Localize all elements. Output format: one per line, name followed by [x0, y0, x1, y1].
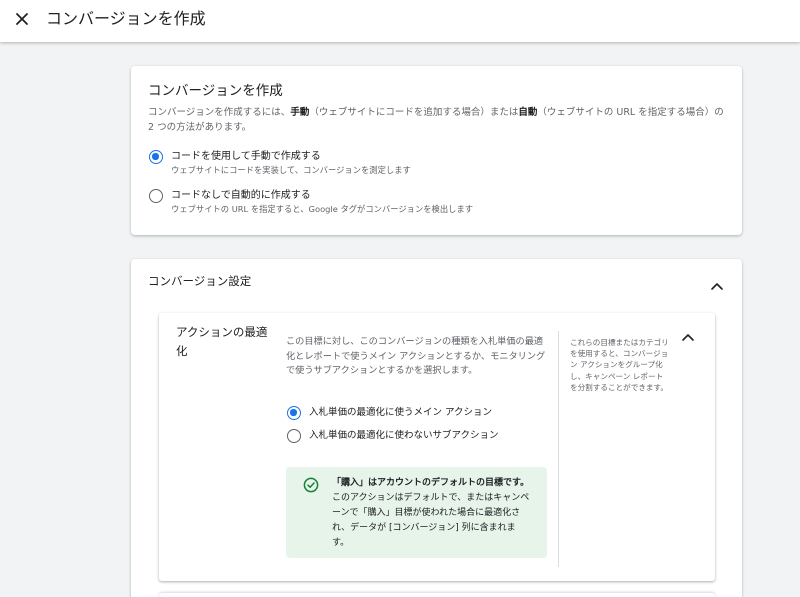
create-card-description: コンバージョンを作成するには、手動（ウェブサイトにコードを追加する場合）または自… [148, 105, 728, 135]
auto-create-subtext: ウェブサイトの URL を指定すると、Google タグがコンバージョンを検出し… [171, 204, 474, 214]
chevron-up-icon[interactable] [681, 327, 695, 341]
side-help-text: これらの目標またはカテゴリを使用すると、コンバージョン アクションをグループ化し… [570, 338, 669, 392]
auto-create-label[interactable]: コードなしで自動的に作成する [171, 189, 311, 202]
desc-prefix: コンバージョンを作成するには、 [148, 107, 291, 118]
next-section-card [159, 593, 715, 597]
action-optimization-description: この目標に対し、このコンバージョンの種類を入札単価の最適化とレポートで使うメイン… [286, 336, 546, 376]
notice-bold: 「購入」はアカウントのデフォルトの目標です。 [332, 478, 530, 488]
notice-rest: このアクションはデフォルトで、またはキャンペーンで「購入」目標が使われた場合に最… [332, 493, 530, 548]
manual-create-radio[interactable] [149, 150, 163, 164]
settings-card-title: コンバージョン設定 [148, 274, 252, 288]
secondary-action-radio[interactable] [287, 429, 301, 443]
conversion-settings-card: コンバージョン設定 アクションの最適化 この目標に対し、このコンバージョンの種類… [131, 259, 742, 597]
desc-middle: （ウェブサイトにコードを追加する場合）または [309, 107, 519, 118]
create-conversion-card: コンバージョンを作成 コンバージョンを作成するには、手動（ウェブサイトにコードを… [131, 66, 742, 235]
close-icon[interactable] [12, 9, 32, 29]
auto-create-radio[interactable] [149, 189, 163, 203]
secondary-action-label[interactable]: 入札単価の最適化に使わないサブアクション [309, 429, 499, 442]
desc-manual: 手動 [290, 107, 310, 118]
action-optimization-section: アクションの最適化 この目標に対し、このコンバージョンの種類を入札単価の最適化と… [159, 313, 715, 581]
check-circle-icon [303, 477, 319, 493]
default-goal-notice: 「購入」はアカウントのデフォルトの目標です。このアクションはデフォルトで、または… [286, 467, 547, 558]
create-card-title: コンバージョンを作成 [148, 83, 283, 99]
primary-action-radio[interactable] [287, 406, 301, 420]
section-divider [558, 331, 559, 567]
manual-create-label[interactable]: コードを使用して手動で作成する [171, 150, 321, 163]
page-title: コンバージョンを作成 [46, 9, 206, 28]
top-bar: コンバージョンを作成 [0, 0, 800, 42]
chevron-up-icon[interactable] [710, 276, 724, 290]
action-optimization-title: アクションの最適化 [176, 325, 268, 358]
manual-create-subtext: ウェブサイトにコードを実装して、コンバージョンを測定します [171, 165, 411, 175]
desc-auto: 自動 [518, 107, 538, 118]
notice-text: 「購入」はアカウントのデフォルトの目標です。このアクションはデフォルトで、または… [332, 476, 532, 551]
primary-action-label[interactable]: 入札単価の最適化に使うメイン アクション [309, 406, 492, 419]
